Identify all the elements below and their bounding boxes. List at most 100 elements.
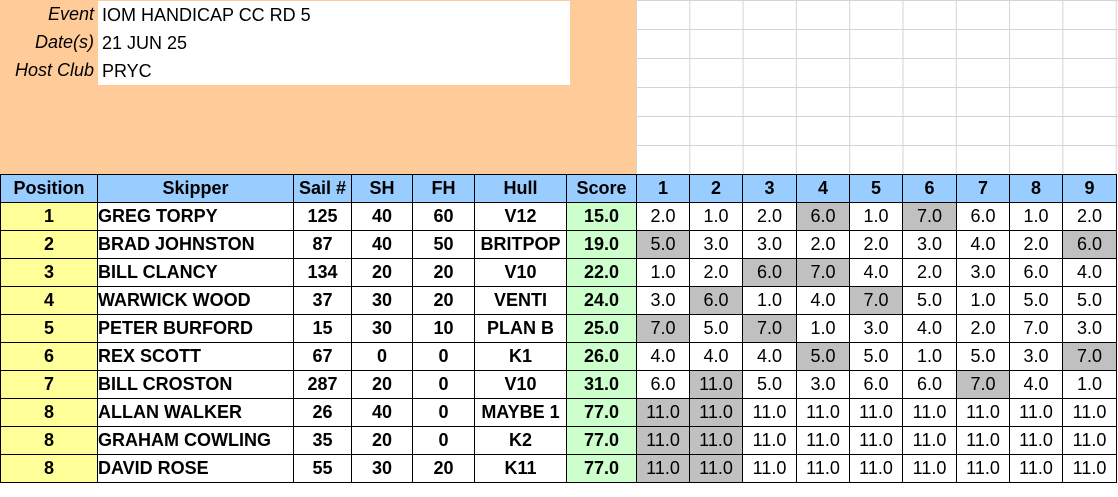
race-result-cell[interactable]: 3.0 <box>956 258 1010 287</box>
race-result-cell[interactable]: 11.0 <box>956 454 1010 483</box>
race-result-cell[interactable]: 5.0 <box>902 286 957 315</box>
race-result-cell[interactable]: 5.0 <box>1062 286 1117 315</box>
race-result-cell[interactable]: 2.0 <box>742 202 797 231</box>
race-result-cell[interactable]: 11.0 <box>1062 426 1117 455</box>
race-result-cell[interactable]: 5.0 <box>689 314 743 343</box>
hull-cell[interactable]: K1 <box>474 342 567 371</box>
skipper-cell[interactable]: ALLAN WALKER <box>97 398 294 427</box>
race-result-cell[interactable]: 6.0 <box>636 370 690 399</box>
race-result-discarded-cell[interactable]: 7.0 <box>849 286 903 315</box>
race-result-discarded-cell[interactable]: 7.0 <box>902 202 957 231</box>
fh-cell[interactable]: 20 <box>412 454 475 483</box>
race-result-cell[interactable]: 11.0 <box>1009 398 1063 427</box>
sail-number-cell[interactable]: 87 <box>293 230 352 259</box>
race-result-cell[interactable]: 4.0 <box>796 286 850 315</box>
race-result-discarded-cell[interactable]: 6.0 <box>1062 230 1117 259</box>
fh-cell[interactable]: 10 <box>412 314 475 343</box>
score-cell[interactable]: 19.0 <box>566 230 637 259</box>
hull-cell[interactable]: VENTI <box>474 286 567 315</box>
hull-cell[interactable]: V10 <box>474 258 567 287</box>
sh-cell[interactable]: 20 <box>351 258 413 287</box>
race-result-cell[interactable]: 11.0 <box>956 398 1010 427</box>
event-value-cell[interactable]: IOM HANDICAP CC RD 5 <box>98 1 570 29</box>
skipper-cell[interactable]: DAVID ROSE <box>97 454 294 483</box>
header-sail-number[interactable]: Sail # <box>293 174 352 203</box>
race-result-discarded-cell[interactable]: 11.0 <box>689 398 743 427</box>
skipper-cell[interactable]: BRAD JOHNSTON <box>97 230 294 259</box>
fh-cell[interactable]: 0 <box>412 342 475 371</box>
race-result-cell[interactable]: 11.0 <box>796 426 850 455</box>
sail-number-cell[interactable]: 55 <box>293 454 352 483</box>
race-result-discarded-cell[interactable]: 6.0 <box>796 202 850 231</box>
score-cell[interactable]: 15.0 <box>566 202 637 231</box>
race-result-cell[interactable]: 4.0 <box>849 258 903 287</box>
race-result-cell[interactable]: 3.0 <box>902 230 957 259</box>
skipper-cell[interactable]: BILL CROSTON <box>97 370 294 399</box>
header-position[interactable]: Position <box>0 174 98 203</box>
race-result-cell[interactable]: 11.0 <box>1009 426 1063 455</box>
race-result-cell[interactable]: 3.0 <box>636 286 690 315</box>
hull-cell[interactable]: BRITPOP <box>474 230 567 259</box>
fh-cell[interactable]: 20 <box>412 286 475 315</box>
header-hull[interactable]: Hull <box>474 174 567 203</box>
position-cell[interactable]: 7 <box>0 370 98 399</box>
race-result-cell[interactable]: 7.0 <box>1009 314 1063 343</box>
score-cell[interactable]: 25.0 <box>566 314 637 343</box>
header-race-7[interactable]: 7 <box>956 174 1010 203</box>
race-result-cell[interactable]: 11.0 <box>849 426 903 455</box>
position-cell[interactable]: 8 <box>0 398 98 427</box>
position-cell[interactable]: 8 <box>0 454 98 483</box>
race-result-cell[interactable]: 6.0 <box>1009 258 1063 287</box>
sh-cell[interactable]: 30 <box>351 454 413 483</box>
header-race-9[interactable]: 9 <box>1062 174 1117 203</box>
race-result-discarded-cell[interactable]: 11.0 <box>689 454 743 483</box>
sh-cell[interactable]: 40 <box>351 398 413 427</box>
race-result-discarded-cell[interactable]: 11.0 <box>636 426 690 455</box>
race-result-cell[interactable]: 5.0 <box>742 370 797 399</box>
position-cell[interactable]: 6 <box>0 342 98 371</box>
race-result-discarded-cell[interactable]: 7.0 <box>1062 342 1117 371</box>
race-result-cell[interactable]: 11.0 <box>1009 454 1063 483</box>
position-cell[interactable]: 2 <box>0 230 98 259</box>
dates-value-cell[interactable]: 21 JUN 25 <box>98 29 570 57</box>
race-result-cell[interactable]: 1.0 <box>902 342 957 371</box>
race-result-cell[interactable]: 11.0 <box>902 454 957 483</box>
score-cell[interactable]: 77.0 <box>566 426 637 455</box>
race-result-cell[interactable]: 6.0 <box>956 202 1010 231</box>
race-result-discarded-cell[interactable]: 7.0 <box>796 258 850 287</box>
fh-cell[interactable]: 0 <box>412 398 475 427</box>
race-result-cell[interactable]: 1.0 <box>956 286 1010 315</box>
fh-cell[interactable]: 0 <box>412 370 475 399</box>
race-result-cell[interactable]: 4.0 <box>742 342 797 371</box>
race-result-discarded-cell[interactable]: 7.0 <box>636 314 690 343</box>
fh-cell[interactable]: 50 <box>412 230 475 259</box>
sh-cell[interactable]: 40 <box>351 230 413 259</box>
race-result-cell[interactable]: 1.0 <box>1062 370 1117 399</box>
race-result-discarded-cell[interactable]: 11.0 <box>636 454 690 483</box>
race-result-cell[interactable]: 1.0 <box>796 314 850 343</box>
skipper-cell[interactable]: PETER BURFORD <box>97 314 294 343</box>
sail-number-cell[interactable]: 287 <box>293 370 352 399</box>
sail-number-cell[interactable]: 35 <box>293 426 352 455</box>
race-result-cell[interactable]: 11.0 <box>849 454 903 483</box>
race-result-cell[interactable]: 11.0 <box>742 426 797 455</box>
skipper-cell[interactable]: REX SCOTT <box>97 342 294 371</box>
race-result-cell[interactable]: 1.0 <box>849 202 903 231</box>
race-result-cell[interactable]: 11.0 <box>1062 454 1117 483</box>
score-cell[interactable]: 22.0 <box>566 258 637 287</box>
race-result-cell[interactable]: 2.0 <box>796 230 850 259</box>
header-race-3[interactable]: 3 <box>742 174 797 203</box>
hull-cell[interactable]: K2 <box>474 426 567 455</box>
race-result-cell[interactable]: 4.0 <box>902 314 957 343</box>
skipper-cell[interactable]: BILL CLANCY <box>97 258 294 287</box>
race-result-cell[interactable]: 11.0 <box>742 454 797 483</box>
race-result-cell[interactable]: 2.0 <box>689 258 743 287</box>
race-result-cell[interactable]: 11.0 <box>849 398 903 427</box>
race-result-cell[interactable]: 11.0 <box>742 398 797 427</box>
sail-number-cell[interactable]: 37 <box>293 286 352 315</box>
header-race-6[interactable]: 6 <box>902 174 957 203</box>
header-sh[interactable]: SH <box>351 174 413 203</box>
header-race-2[interactable]: 2 <box>689 174 743 203</box>
hull-cell[interactable]: K11 <box>474 454 567 483</box>
hull-cell[interactable]: V12 <box>474 202 567 231</box>
